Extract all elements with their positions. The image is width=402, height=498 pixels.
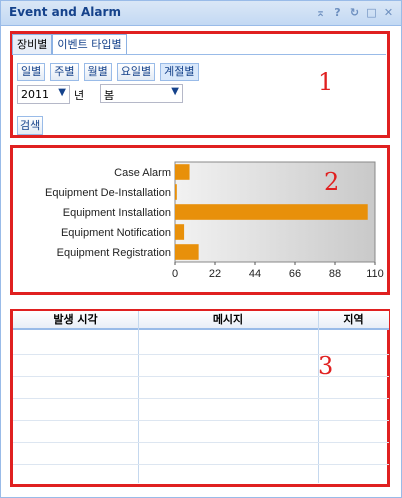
grid-row-line bbox=[13, 442, 389, 443]
event-type-bar-chart: Case Alarm Equipment De-Installation Equip… bbox=[45, 161, 384, 280]
event-grid: 발생 시각 메시지 지역 bbox=[13, 311, 389, 483]
column-header-region[interactable]: 지역 bbox=[318, 311, 389, 330]
grid-row-line bbox=[13, 420, 389, 421]
category-label: Equipment De-Installation bbox=[45, 187, 171, 199]
grid-column-divider bbox=[138, 311, 139, 483]
x-tick-label: 22 bbox=[209, 268, 221, 280]
bar bbox=[175, 184, 177, 200]
bar bbox=[175, 204, 368, 220]
grid-column-divider bbox=[318, 311, 319, 483]
grid-row-line bbox=[13, 398, 389, 399]
column-header-time[interactable]: 발생 시각 bbox=[13, 311, 138, 330]
category-label: Case Alarm bbox=[114, 167, 171, 179]
bar bbox=[175, 244, 199, 260]
category-label: Equipment Notification bbox=[61, 227, 171, 239]
column-header-message[interactable]: 메시지 bbox=[138, 311, 318, 330]
x-tick-label: 66 bbox=[289, 268, 301, 280]
x-tick-label: 88 bbox=[329, 268, 341, 280]
section-3-number: 3 bbox=[318, 352, 334, 380]
bar bbox=[175, 164, 190, 180]
x-tick-label: 110 bbox=[366, 268, 384, 280]
bar bbox=[175, 224, 185, 240]
grid-row-line bbox=[13, 464, 389, 465]
x-tick-label: 44 bbox=[249, 268, 261, 280]
category-label: Equipment Installation bbox=[63, 207, 171, 219]
x-tick-label: 0 bbox=[172, 268, 178, 280]
section-2-number: 2 bbox=[324, 168, 340, 196]
category-label: Equipment Registration bbox=[57, 247, 171, 259]
